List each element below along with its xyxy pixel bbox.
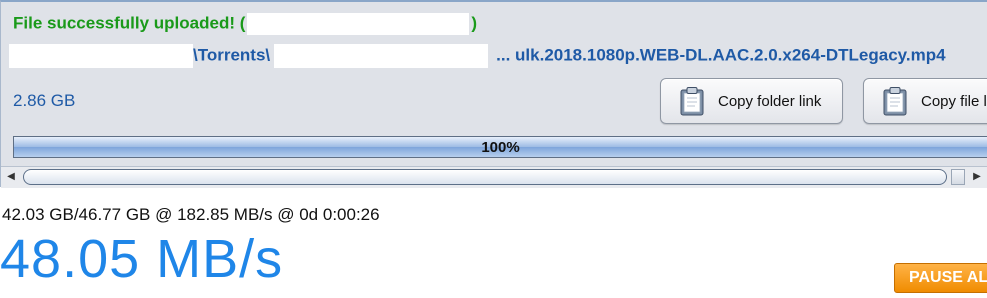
chevron-left-icon[interactable]: ◀ [3,169,19,185]
copy-file-link-label: Copy file link [921,92,987,110]
redacted-region [274,44,489,68]
horizontal-scrollbar[interactable]: ◀ ▶ [1,166,987,188]
redacted-region [247,13,470,35]
current-speed: 48.05 MB/s [0,229,284,289]
upload-progress-bar: 100% [13,136,987,158]
success-suffix: ) [471,13,478,33]
clipboard-icon [883,87,907,116]
redacted-region [9,44,193,68]
clipboard-icon [680,87,704,116]
upload-success-message: File successfully uploaded! () [13,13,477,35]
upload-window: File successfully uploaded! () \Torrents… [0,0,987,298]
transfer-stats: 42.03 GB/46.77 GB @ 182.85 MB/s @ 0d 0:0… [2,205,380,224]
copy-file-link-button[interactable]: Copy file link [863,78,987,124]
copy-folder-link-label: Copy folder link [718,92,822,110]
file-size: 2.86 GB [13,91,76,110]
progress-percent: 100% [481,139,520,156]
scrollbar-end-cap [951,169,965,185]
success-prefix: File successfully uploaded! ( [13,13,246,33]
pause-all-button[interactable]: PAUSE ALL [894,263,987,293]
scrollbar-thumb[interactable] [23,169,947,185]
upload-panel: File successfully uploaded! () \Torrents… [0,0,987,188]
upload-path: \Torrents\ ... ulk.2018.1080p.WEB-DL.AAC.… [9,44,946,68]
path-file: ... ulk.2018.1080p.WEB-DL.AAC.2.0.x264-D… [496,45,946,65]
copy-folder-link-button[interactable]: Copy folder link [660,78,843,124]
chevron-right-icon[interactable]: ▶ [969,169,985,185]
path-folder: \Torrents\ [193,45,271,65]
